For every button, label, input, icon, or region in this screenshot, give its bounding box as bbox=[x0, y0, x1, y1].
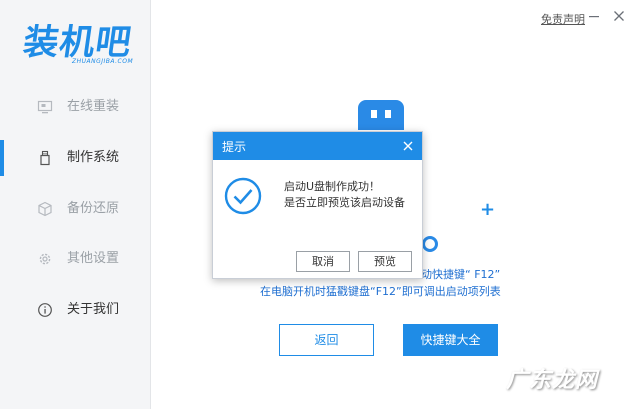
usb-illustration bbox=[358, 100, 404, 130]
logo-subtext: ZHUANGJIBA.COM bbox=[72, 58, 134, 65]
hotkeys-button[interactable]: 快捷键大全 bbox=[403, 324, 498, 356]
minimize-icon[interactable] bbox=[587, 9, 601, 23]
plus-decoration: + bbox=[480, 199, 496, 220]
app-window: 装机吧 ZHUANGJIBA.COM 在线重装 制作系统 备份还原 其他设置 关… bbox=[0, 0, 640, 409]
usb-slot bbox=[385, 110, 391, 118]
usb-drive-icon bbox=[40, 150, 50, 166]
boot-menu-hint: 在电脑开机时猛戳键盘“F12”即可调出启动项列表 bbox=[260, 285, 501, 298]
preview-button[interactable]: 预览 bbox=[358, 251, 412, 272]
monitor-icon bbox=[37, 100, 53, 114]
sidebar-item-backup-restore[interactable]: 备份还原 bbox=[0, 191, 150, 227]
hotkey-hint-line: 动快捷键“ F12” bbox=[421, 268, 501, 281]
sidebar-item-make-system[interactable]: 制作系统 bbox=[0, 140, 150, 176]
dialog-title: 提示 bbox=[222, 140, 247, 154]
sidebar-item-label: 在线重装 bbox=[67, 99, 120, 114]
sidebar: 装机吧 ZHUANGJIBA.COM 在线重装 制作系统 备份还原 其他设置 关… bbox=[0, 0, 151, 409]
check-circle-icon bbox=[224, 177, 262, 215]
watermark: 广东龙网 bbox=[506, 368, 599, 393]
sidebar-item-about-us[interactable]: 关于我们 bbox=[0, 292, 150, 328]
dialog-header: 提示 bbox=[213, 132, 422, 160]
dialog-close-icon[interactable] bbox=[401, 139, 415, 153]
usb-slot bbox=[371, 110, 377, 118]
active-indicator bbox=[0, 140, 4, 176]
success-dialog: 提示 启动U盘制作成功！ 是否立即预览该启动设备 取消 预览 bbox=[212, 131, 423, 279]
disclaimer-link[interactable]: 免责声明 bbox=[541, 11, 585, 27]
sidebar-item-label: 备份还原 bbox=[67, 201, 120, 216]
info-icon bbox=[38, 303, 52, 317]
gear-icon bbox=[39, 253, 51, 265]
back-button[interactable]: 返回 bbox=[279, 324, 374, 356]
sidebar-item-label: 其他设置 bbox=[67, 251, 120, 266]
dialog-message-line2: 是否立即预览该启动设备 bbox=[284, 196, 405, 209]
sidebar-item-label: 制作系统 bbox=[67, 150, 120, 165]
sidebar-item-other-settings[interactable]: 其他设置 bbox=[0, 241, 150, 277]
dialog-message-line1: 启动U盘制作成功！ bbox=[284, 180, 381, 193]
brand-logo: 装机吧 ZHUANGJIBA.COM bbox=[21, 14, 135, 68]
cancel-button[interactable]: 取消 bbox=[296, 251, 350, 272]
sidebar-item-label: 关于我们 bbox=[67, 302, 120, 317]
ring-decoration bbox=[422, 236, 438, 252]
sidebar-item-online-reinstall[interactable]: 在线重装 bbox=[0, 89, 150, 125]
close-icon[interactable] bbox=[612, 9, 626, 23]
cube-icon bbox=[38, 201, 52, 217]
